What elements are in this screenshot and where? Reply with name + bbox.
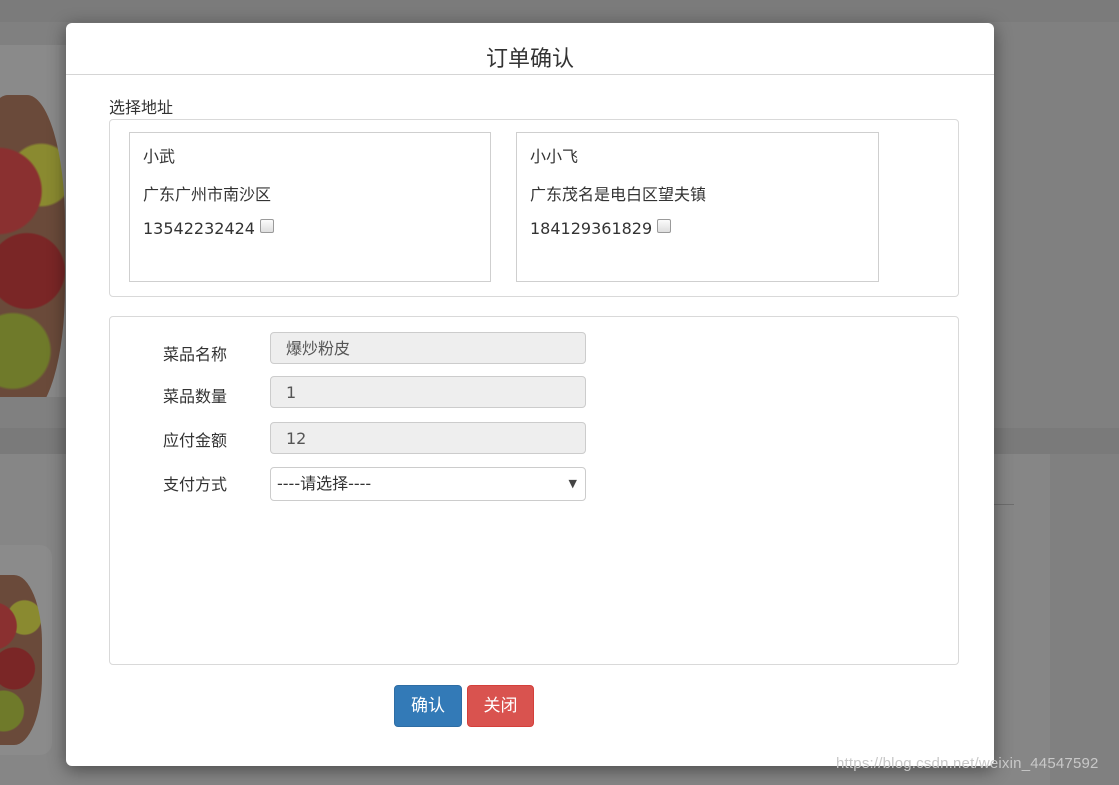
dish-name-field: 爆炒粉皮 <box>270 332 586 364</box>
payment-method-select[interactable]: ----请选择---- ▼ <box>270 467 586 501</box>
dish-name-label: 菜品名称 <box>163 345 228 364</box>
address-recipient-name: 小武 <box>143 147 176 166</box>
modal-title: 订单确认 <box>485 47 574 72</box>
background-dish-card <box>0 45 66 397</box>
address-card[interactable]: 小武 广东广州市南沙区 13542232424 <box>129 132 491 282</box>
order-form-panel: 菜品名称 爆炒粉皮 菜品数量 1 应付金额 12 支付方式 ----请选择---… <box>109 316 959 665</box>
caret-down-icon: ▼ <box>568 477 577 490</box>
close-button[interactable]: 关闭 <box>467 685 534 727</box>
address-street: 广东广州市南沙区 <box>143 185 272 204</box>
background-divider <box>994 504 1014 505</box>
address-section-label: 选择地址 <box>109 98 174 117</box>
address-panel: 小武 广东广州市南沙区 13542232424 小小飞 广东茂名是电白区望夫镇 … <box>109 119 959 297</box>
address-select-checkbox[interactable] <box>259 219 274 233</box>
dish-quantity-field: 1 <box>270 376 586 408</box>
dish-quantity-label: 菜品数量 <box>163 387 228 406</box>
address-phone: 13542232424 <box>143 219 255 238</box>
confirm-button[interactable]: 确认 <box>394 685 462 727</box>
amount-due-field: 12 <box>270 422 586 454</box>
address-phone-row: 13542232424 <box>143 219 274 238</box>
order-confirm-modal: 订单确认 选择地址 小武 广东广州市南沙区 13542232424 小小飞 广东… <box>66 23 994 766</box>
address-card[interactable]: 小小飞 广东茂名是电白区望夫镇 184129361829 <box>516 132 879 282</box>
background-dish-card-image-frame <box>0 545 52 755</box>
amount-due-label: 应付金额 <box>163 431 228 450</box>
address-street: 广东茂名是电白区望夫镇 <box>530 185 707 204</box>
watermark-text: https://blog.csdn.net/weixin_44547592 <box>836 755 1099 772</box>
address-phone-row: 184129361829 <box>530 219 672 238</box>
address-recipient-name: 小小飞 <box>530 147 579 166</box>
background-dish-image <box>0 95 65 397</box>
background-dish-image-2 <box>0 575 42 745</box>
address-select-checkbox[interactable] <box>657 219 672 233</box>
modal-header: 订单确认 <box>66 23 994 75</box>
payment-method-selected: ----请选择---- <box>277 474 372 493</box>
background-top-bar <box>0 0 1119 22</box>
payment-method-label: 支付方式 <box>163 475 228 494</box>
address-phone: 184129361829 <box>530 219 653 238</box>
